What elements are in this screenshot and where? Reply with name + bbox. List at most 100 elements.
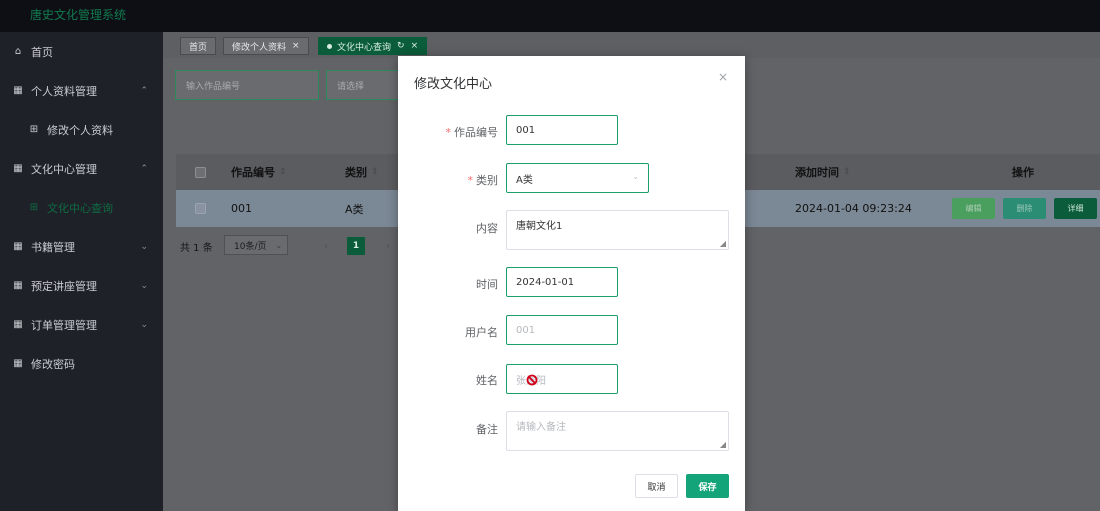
sidebar-item-label: 修改密码: [31, 357, 75, 371]
page-size-select[interactable]: 10条/页 ⌄: [224, 235, 288, 255]
row-checkbox[interactable]: [195, 190, 206, 227]
name-label: 姓名: [476, 374, 498, 387]
menu-icon: ▦: [13, 241, 23, 252]
resize-handle-icon[interactable]: ◢: [720, 239, 726, 248]
sidebar-item-label: 修改个人资料: [47, 123, 113, 137]
work-no-label: * 作品编号: [398, 124, 499, 140]
sidebar-item-label: 首页: [31, 45, 53, 59]
sidebar-item-orders[interactable]: ▦ 订单管理管理 ⌄: [0, 305, 163, 344]
required-asterisk: *: [445, 126, 452, 139]
time-field[interactable]: 2024-01-01: [506, 267, 618, 297]
prev-page-button[interactable]: ‹: [324, 235, 328, 257]
save-button[interactable]: 保存: [686, 474, 729, 498]
remark-label: 备注: [476, 423, 498, 436]
sidebar-item-label: 个人资料管理: [31, 84, 97, 98]
app-title: 唐史文化管理系统: [30, 8, 127, 22]
chevron-down-icon: ⌄: [275, 240, 283, 250]
header-label: 作品编号: [231, 166, 275, 179]
sidebar-item-label: 书籍管理: [31, 240, 75, 254]
chevron-down-icon: ⌄: [632, 172, 639, 181]
type-select[interactable]: A类 ⌄: [506, 163, 649, 193]
type-select[interactable]: 请选择: [326, 70, 406, 100]
name-field[interactable]: 张晨阳: [506, 364, 618, 394]
chevron-down-icon: ⌄: [140, 241, 148, 252]
chevron-down-icon: ⌄: [140, 280, 148, 291]
sort-icon: ⇕: [843, 167, 851, 177]
type-label: * 类别: [398, 172, 499, 188]
home-icon: ⌂: [14, 46, 22, 57]
sort-icon: ⇕: [279, 167, 287, 177]
next-page-button[interactable]: ›: [386, 235, 390, 257]
close-icon[interactable]: ×: [411, 41, 419, 51]
refresh-icon[interactable]: ↻: [397, 41, 405, 51]
detail-button[interactable]: 详细: [1054, 198, 1097, 219]
remark-textarea[interactable]: 请输入备注 ◢: [506, 411, 729, 451]
tab-culture-center-query[interactable]: 文化中心查询 ↻ ×: [318, 37, 428, 55]
label-text: 作品编号: [454, 126, 498, 139]
chevron-up-icon: ⌃: [140, 85, 148, 96]
sidebar-item-label: 预定讲座管理: [31, 279, 97, 293]
tab-edit-profile[interactable]: 修改个人资料 ×: [223, 37, 309, 55]
header-label: 类别: [345, 166, 367, 179]
label-text: 类别: [476, 174, 498, 187]
time-label: 时间: [476, 278, 498, 291]
sidebar-item-label: 文化中心查询: [47, 201, 113, 215]
edit-culture-center-dialog: 修改文化中心 × * 作品编号 001 * 类别 A类 ⌄ 内容 唐朝文化1 ◢ 时…: [398, 56, 745, 511]
sidebar-item-label: 文化中心管理: [31, 162, 97, 176]
top-bar: 唐史文化管理系统: [0, 0, 1100, 32]
chevron-up-icon: ⌃: [140, 163, 148, 174]
cell-added-time: 2024-01-04 09:23:24: [795, 202, 912, 215]
close-icon[interactable]: ×: [292, 41, 300, 51]
work-no-search-input[interactable]: 输入作品编号: [175, 70, 319, 100]
sidebar-item-home[interactable]: ⌂ 首页: [0, 32, 163, 71]
page-size-label: 10条/页: [234, 241, 267, 252]
sidebar-item-change-password[interactable]: ▦ 修改密码: [0, 344, 163, 383]
tab-label: 修改个人资料: [232, 42, 287, 53]
tab-label: 文化中心查询: [337, 42, 392, 53]
menu-icon: ▦: [13, 280, 23, 291]
cancel-button[interactable]: 取消: [635, 474, 678, 498]
menu-icon: ▦: [13, 163, 23, 174]
menu-icon: ▦: [13, 358, 23, 369]
select-all-checkbox[interactable]: [195, 154, 206, 190]
content-textarea[interactable]: 唐朝文化1 ◢: [506, 210, 729, 250]
column-header-work-no[interactable]: 作品编号 ⇕: [231, 154, 287, 190]
sidebar-item-culture-center-query[interactable]: ⊞ 文化中心查询: [0, 188, 163, 227]
grid-icon: ⊞: [29, 202, 39, 213]
page-number-current[interactable]: 1: [347, 237, 365, 255]
delete-button[interactable]: 删除: [1003, 198, 1046, 219]
sidebar-item-books[interactable]: ▦ 书籍管理 ⌄: [0, 227, 163, 266]
sidebar-item-profile-management[interactable]: ▦ 个人资料管理 ⌃: [0, 71, 163, 110]
pagination-total: 共 1 条: [180, 242, 213, 254]
menu-icon: ▦: [13, 85, 23, 96]
work-no-field[interactable]: 001: [506, 115, 618, 145]
textarea-value: 唐朝文化1: [516, 221, 563, 232]
not-allowed-cursor-icon: [526, 374, 538, 386]
chevron-down-icon: ⌄: [140, 319, 148, 330]
dialog-title: 修改文化中心: [414, 77, 493, 92]
column-header-added-time[interactable]: 添加时间 ⇕: [795, 154, 851, 190]
column-header-type[interactable]: 类别 ⇕: [345, 154, 379, 190]
tab-bar: 首页 修改个人资料 × 文化中心查询 ↻ ×: [163, 32, 1100, 58]
column-header-actions: 操作: [1012, 166, 1034, 179]
tab-home[interactable]: 首页: [180, 37, 217, 55]
sidebar-item-lecture-booking[interactable]: ▦ 预定讲座管理 ⌄: [0, 266, 163, 305]
username-label: 用户名: [465, 326, 498, 339]
sidebar-item-label: 订单管理管理: [31, 318, 97, 332]
edit-button[interactable]: 编辑: [952, 198, 995, 219]
username-field[interactable]: 001: [506, 315, 618, 345]
menu-icon: ▦: [13, 319, 23, 330]
cell-type: A类: [345, 202, 364, 216]
tab-label: 首页: [189, 42, 208, 53]
select-value: A类: [516, 174, 533, 186]
close-icon[interactable]: ×: [718, 70, 728, 84]
sidebar-item-edit-profile[interactable]: ⊞ 修改个人资料: [0, 110, 163, 149]
active-dot-icon: [327, 43, 332, 49]
textarea-placeholder: 请输入备注: [516, 422, 566, 433]
grid-icon: ⊞: [29, 124, 39, 135]
resize-handle-icon[interactable]: ◢: [720, 440, 726, 449]
content-label: 内容: [476, 222, 498, 235]
sidebar: ⌂ 首页 ▦ 个人资料管理 ⌃ ⊞ 修改个人资料 ▦ 文化中心管理 ⌃ ⊞ 文化…: [0, 32, 163, 511]
sidebar-item-culture-center-management[interactable]: ▦ 文化中心管理 ⌃: [0, 149, 163, 188]
header-label: 添加时间: [795, 166, 839, 179]
